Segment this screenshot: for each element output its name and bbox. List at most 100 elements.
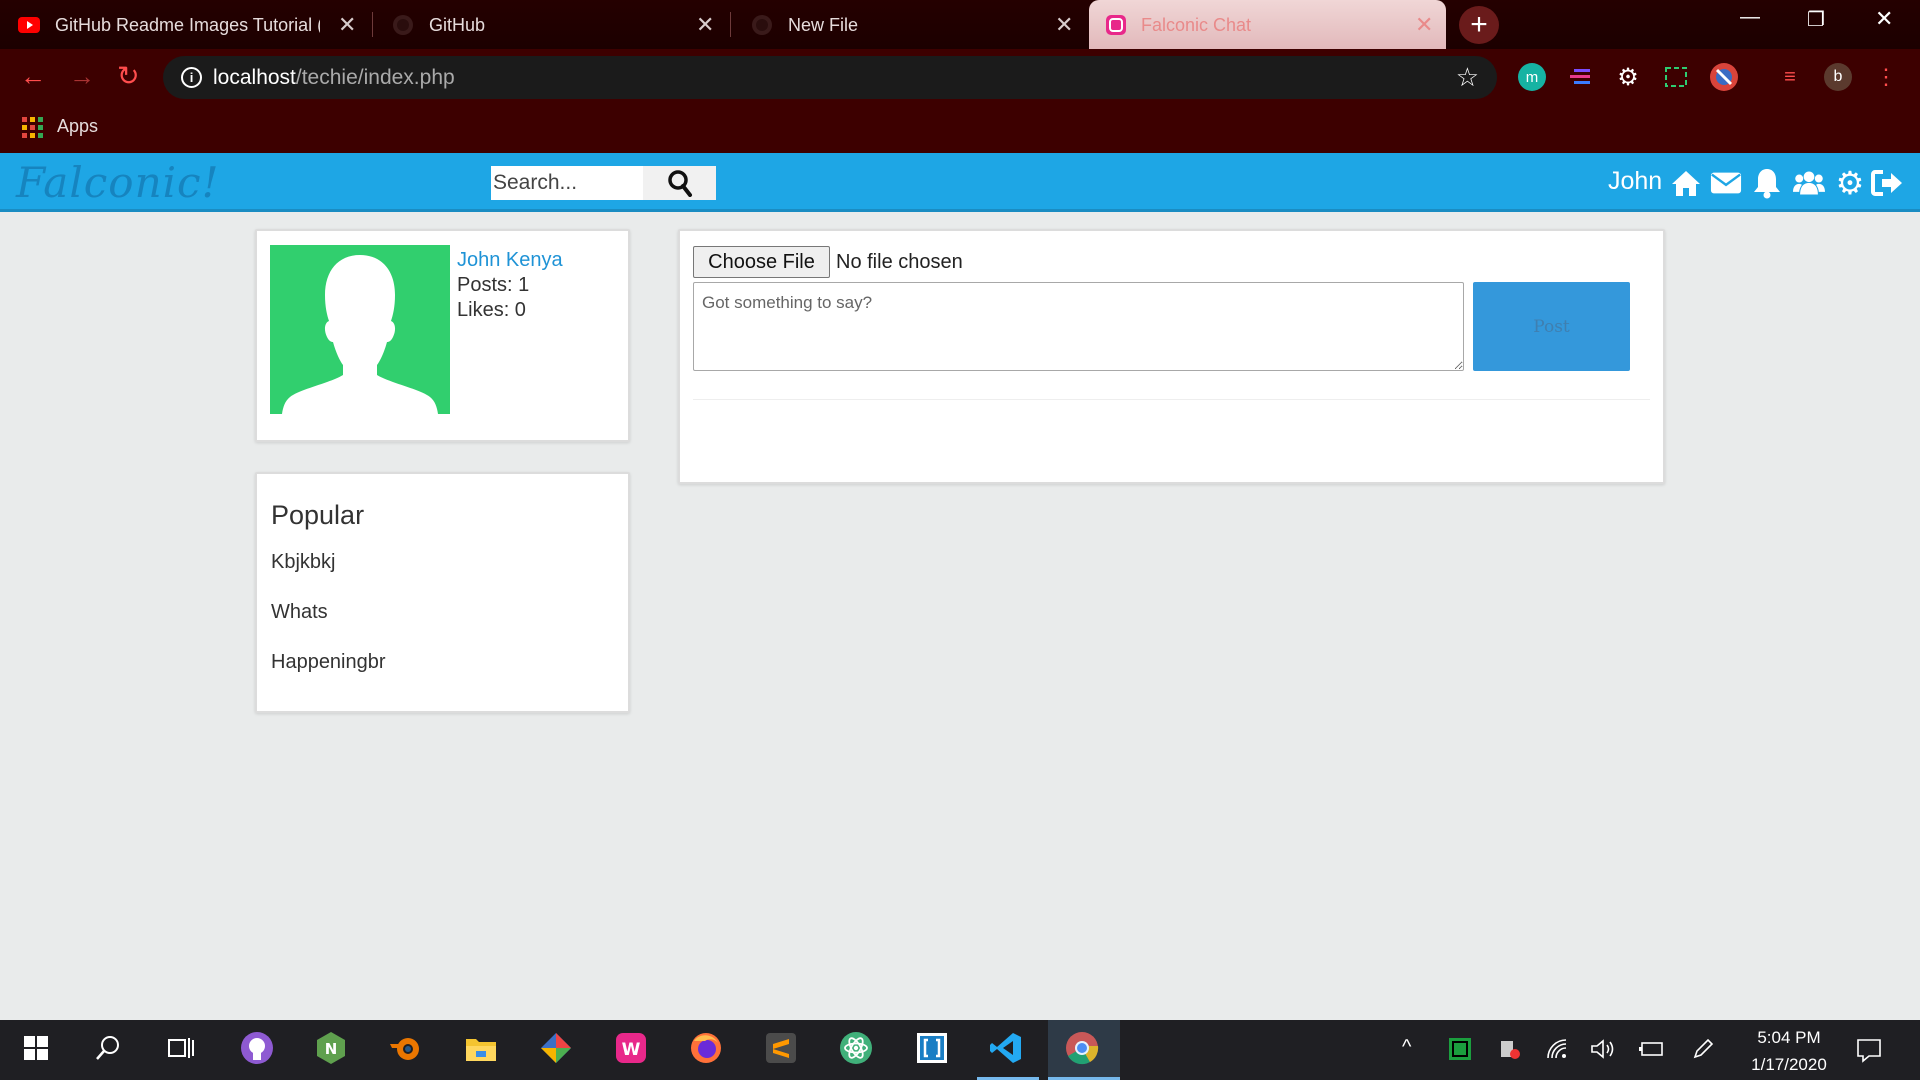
extension-lines-icon[interactable] [1566, 63, 1594, 91]
browser-toolbar: ← → ↻ i localhost/techie/index.php ☆ m ⚙… [0, 49, 1920, 106]
tab-new-file[interactable]: New File ✕ [733, 0, 1089, 49]
gear-icon[interactable]: ⚙ [1834, 165, 1866, 201]
volume-icon[interactable] [1590, 1038, 1616, 1065]
taskbar-clock[interactable]: 5:04 PM 1/17/2020 [1740, 1024, 1838, 1078]
search-icon [667, 170, 692, 197]
restore-icon[interactable]: ❐ [1807, 7, 1825, 32]
url-path: /techie/index.php [295, 66, 455, 89]
blender-icon[interactable] [387, 1030, 423, 1066]
tray-meet-now-icon[interactable] [1499, 1038, 1521, 1065]
apps-bookmark[interactable]: Apps [57, 116, 98, 137]
tab-github-readme-tutorial[interactable]: GitHub Readme Images Tutorial ( ✕ [0, 0, 360, 49]
post-button[interactable]: Post [1473, 282, 1630, 371]
forward-icon[interactable]: → [69, 61, 95, 92]
close-tab-icon[interactable]: ✕ [1415, 12, 1433, 38]
url-text[interactable]: localhost/techie/index.php [213, 66, 455, 90]
site-header: Falconic! John ⚙ [0, 153, 1920, 212]
profile-avatar[interactable]: b [1824, 63, 1852, 91]
post-textarea[interactable] [693, 282, 1464, 371]
post-composer-card: Choose File No file chosen Post [678, 229, 1665, 484]
avatar[interactable] [270, 245, 450, 414]
youtube-icon [18, 14, 40, 36]
falconic-icon [1105, 14, 1127, 36]
close-tab-icon[interactable]: ✕ [338, 12, 356, 38]
tab-separator [372, 12, 373, 37]
svg-text:W: W [622, 1040, 641, 1060]
task-view-icon[interactable] [163, 1030, 199, 1066]
mail-icon[interactable] [1710, 167, 1742, 199]
notification-center-icon[interactable] [1856, 1037, 1882, 1068]
close-tab-icon[interactable]: ✕ [696, 12, 714, 38]
menu-kebab-icon[interactable]: ⋮ [1872, 63, 1900, 91]
vscode-icon[interactable] [988, 1030, 1024, 1066]
atom-icon[interactable] [838, 1030, 874, 1066]
tab-falconic-chat[interactable]: Falconic Chat ✕ [1089, 0, 1446, 49]
popular-card: Popular Kbjkbkj Whats Happeningbr [255, 472, 630, 713]
firefox-icon[interactable] [688, 1030, 724, 1066]
users-icon[interactable] [1793, 167, 1825, 199]
screen: GitHub Readme Images Tutorial ( ✕ GitHub… [0, 0, 1920, 1080]
close-tab-icon[interactable]: ✕ [1055, 12, 1073, 38]
tab-title: Falconic Chat [1141, 15, 1252, 35]
tab-title: New File [788, 15, 859, 35]
pen-workspace-icon[interactable] [1692, 1038, 1714, 1065]
choose-file-button[interactable]: Choose File [693, 246, 830, 278]
tab-separator [730, 12, 731, 37]
extension-block-icon[interactable] [1710, 63, 1738, 91]
browser-tab-bar: GitHub Readme Images Tutorial ( ✕ GitHub… [0, 0, 1920, 49]
svg-text:N: N [325, 1040, 338, 1058]
logout-icon[interactable] [1871, 167, 1903, 199]
home-icon[interactable] [1670, 167, 1702, 199]
address-bar[interactable]: i localhost/techie/index.php ☆ [163, 56, 1497, 99]
bookmarks-bar [0, 106, 1920, 153]
battery-icon[interactable] [1638, 1039, 1664, 1064]
apps-grid-icon[interactable] [22, 117, 43, 138]
tab-title: GitHub [429, 15, 486, 35]
search-input[interactable] [491, 166, 643, 200]
tray-app-icon[interactable] [1448, 1037, 1472, 1066]
falconic-icon[interactable]: W [613, 1030, 649, 1066]
file-explorer-icon[interactable] [463, 1030, 499, 1066]
popular-item[interactable]: Kbjkbkj [271, 551, 335, 574]
tab-github[interactable]: GitHub ✕ [374, 0, 730, 49]
popular-item[interactable]: Whats [271, 601, 328, 624]
info-icon[interactable]: i [181, 67, 202, 88]
windows-start-icon[interactable] [18, 1030, 54, 1066]
extension-gear-icon[interactable]: ⚙ [1614, 63, 1642, 91]
popular-item[interactable]: Happeningbr [271, 651, 386, 674]
clock-date: 1/17/2020 [1751, 1055, 1827, 1074]
search-button[interactable] [643, 166, 716, 200]
github-icon [751, 14, 773, 36]
chrome-active-highlight [1048, 1020, 1120, 1080]
profile-card: John Kenya Posts: 1 Likes: 0 [255, 229, 630, 442]
back-icon[interactable]: ← [20, 61, 46, 92]
close-window-icon[interactable]: ✕ [1875, 6, 1893, 32]
sublime-text-icon[interactable] [763, 1030, 799, 1066]
tab-title: GitHub Readme Images Tutorial ( [55, 15, 320, 35]
profile-name-link[interactable]: John Kenya [457, 249, 563, 272]
wifi-icon[interactable] [1546, 1038, 1570, 1065]
bookmark-star-icon[interactable]: ☆ [1456, 62, 1479, 93]
site-logo[interactable]: Falconic! [16, 158, 219, 207]
github-icon [392, 14, 414, 36]
new-tab-button[interactable]: + [1459, 6, 1499, 44]
file-status-text: No file chosen [836, 251, 963, 273]
profile-likes-count: Likes: 0 [457, 299, 526, 321]
extension-screenshot-icon[interactable] [1662, 63, 1690, 91]
url-host: localhost [213, 66, 296, 89]
git-icon[interactable] [538, 1030, 574, 1066]
media-queue-icon[interactable]: ≡ [1776, 63, 1804, 91]
default-avatar-silhouette-icon [282, 255, 438, 414]
github-desktop-icon[interactable] [239, 1030, 275, 1066]
minimize-icon[interactable]: — [1740, 6, 1760, 29]
clock-time: 5:04 PM [1757, 1028, 1821, 1047]
extension-m-icon[interactable]: m [1518, 63, 1546, 91]
reload-icon[interactable]: ↻ [117, 61, 140, 92]
brackets-icon[interactable] [914, 1030, 950, 1066]
tray-chevron-icon[interactable]: ^ [1402, 1036, 1411, 1059]
bell-icon[interactable] [1751, 167, 1783, 199]
search-icon[interactable] [90, 1030, 126, 1066]
node-icon[interactable]: N [313, 1030, 349, 1066]
header-username[interactable]: John [1608, 167, 1662, 196]
windows-taskbar [0, 1020, 1920, 1080]
